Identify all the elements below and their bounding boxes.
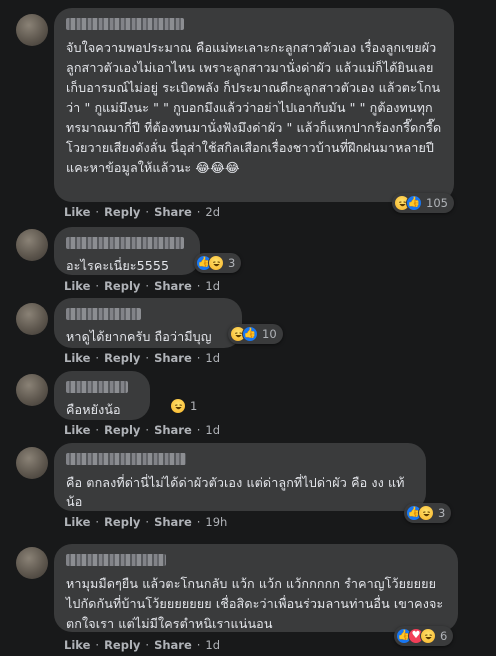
- commenter-name[interactable]: [66, 308, 141, 320]
- share-button[interactable]: Share: [154, 205, 192, 219]
- comment-timestamp[interactable]: 2d: [205, 205, 220, 219]
- like-reaction-icon: 👍: [406, 195, 422, 211]
- reaction-count: 6: [440, 629, 448, 643]
- comment-bubble: หามุมมืดๆยืน แล้วตะโกนกลับ แว้ก แว้ก แว้…: [54, 544, 458, 632]
- reply-button[interactable]: Reply: [104, 515, 140, 529]
- comment-timestamp[interactable]: 1d: [205, 351, 220, 365]
- reaction-summary[interactable]: 👍 3: [404, 503, 452, 523]
- comment-actions: Like · Reply · Share · 1d: [64, 279, 221, 293]
- comment-timestamp[interactable]: 1d: [205, 638, 220, 652]
- like-button[interactable]: Like: [64, 423, 90, 437]
- avatar[interactable]: [16, 447, 48, 479]
- haha-reaction-icon: [208, 255, 224, 271]
- avatar[interactable]: [16, 547, 48, 579]
- comment-text: หาดูได้ยากครับ ถือว่ามีบุญ: [66, 329, 212, 344]
- comment-actions: Like · Reply · Share · 1d: [64, 638, 221, 652]
- comment-bubble: จับใจความพอประมาณ คือแม่ทะเลาะกะลูกสาวตั…: [54, 8, 454, 202]
- comment-text: จับใจความพอประมาณ คือแม่ทะเลาะกะลูกสาวตั…: [66, 40, 446, 175]
- reaction-summary[interactable]: 1: [170, 396, 203, 416]
- like-button[interactable]: Like: [64, 279, 90, 293]
- comment-timestamp[interactable]: 1d: [205, 423, 220, 437]
- reaction-count: 10: [262, 327, 277, 341]
- comment-bubble: อะไรคะเนี่ยะ5555: [54, 227, 200, 275]
- reply-button[interactable]: Reply: [104, 279, 140, 293]
- reaction-summary[interactable]: 👍 10: [228, 324, 283, 344]
- comment-text: คือ ตกลงที่ด่านี่ไม่ได้ด่าผัวตัวเอง แต่ด…: [66, 475, 405, 509]
- avatar[interactable]: [16, 14, 48, 46]
- reply-button[interactable]: Reply: [104, 205, 140, 219]
- share-button[interactable]: Share: [154, 279, 192, 293]
- haha-reaction-icon: [420, 628, 436, 644]
- comment-actions: Like · Reply · Share · 1d: [64, 351, 221, 365]
- like-button[interactable]: Like: [64, 205, 90, 219]
- haha-reaction-icon: [170, 398, 186, 414]
- like-button[interactable]: Like: [64, 515, 90, 529]
- reaction-count: 1: [190, 399, 198, 413]
- share-button[interactable]: Share: [154, 515, 192, 529]
- share-button[interactable]: Share: [154, 638, 192, 652]
- avatar[interactable]: [16, 303, 48, 335]
- comment-text: หามุมมืดๆยืน แล้วตะโกนกลับ แว้ก แว้ก แว้…: [66, 576, 444, 631]
- comment-actions: Like · Reply · Share · 19h: [64, 515, 228, 529]
- commenter-name[interactable]: [66, 554, 166, 566]
- like-button[interactable]: Like: [64, 638, 90, 652]
- like-button[interactable]: Like: [64, 351, 90, 365]
- reaction-count: 105: [426, 196, 448, 210]
- comment-text: อะไรคะเนี่ยะ5555: [66, 258, 170, 273]
- comment-bubble: คือ ตกลงที่ด่านี่ไม่ได้ด่าผัวตัวเอง แต่ด…: [54, 443, 426, 511]
- reply-button[interactable]: Reply: [104, 638, 140, 652]
- share-button[interactable]: Share: [154, 351, 192, 365]
- avatar[interactable]: [16, 229, 48, 261]
- comment-actions: Like · Reply · Share · 2d: [64, 205, 221, 219]
- reaction-summary[interactable]: 👍 105: [392, 193, 454, 213]
- reply-button[interactable]: Reply: [104, 351, 140, 365]
- reply-button[interactable]: Reply: [104, 423, 140, 437]
- reaction-summary[interactable]: 👍 ♥ 6: [394, 626, 454, 646]
- like-reaction-icon: 👍: [242, 326, 258, 342]
- reaction-count: 3: [438, 506, 446, 520]
- commenter-name[interactable]: [66, 453, 186, 465]
- comment-bubble: คือหยังน้อ: [54, 371, 150, 420]
- haha-reaction-icon: [418, 505, 434, 521]
- commenter-name[interactable]: [66, 381, 128, 393]
- avatar[interactable]: [16, 374, 48, 406]
- share-button[interactable]: Share: [154, 423, 192, 437]
- reaction-summary[interactable]: 👍 3: [194, 253, 242, 273]
- commenter-name[interactable]: [66, 18, 184, 30]
- comment-timestamp[interactable]: 19h: [205, 515, 227, 529]
- reaction-count: 3: [228, 256, 236, 270]
- comment-timestamp[interactable]: 1d: [205, 279, 220, 293]
- comment-text: คือหยังน้อ: [66, 402, 121, 417]
- commenter-name[interactable]: [66, 237, 184, 249]
- comment-actions: Like · Reply · Share · 1d: [64, 423, 221, 437]
- comment-bubble: หาดูได้ยากครับ ถือว่ามีบุญ: [54, 298, 242, 348]
